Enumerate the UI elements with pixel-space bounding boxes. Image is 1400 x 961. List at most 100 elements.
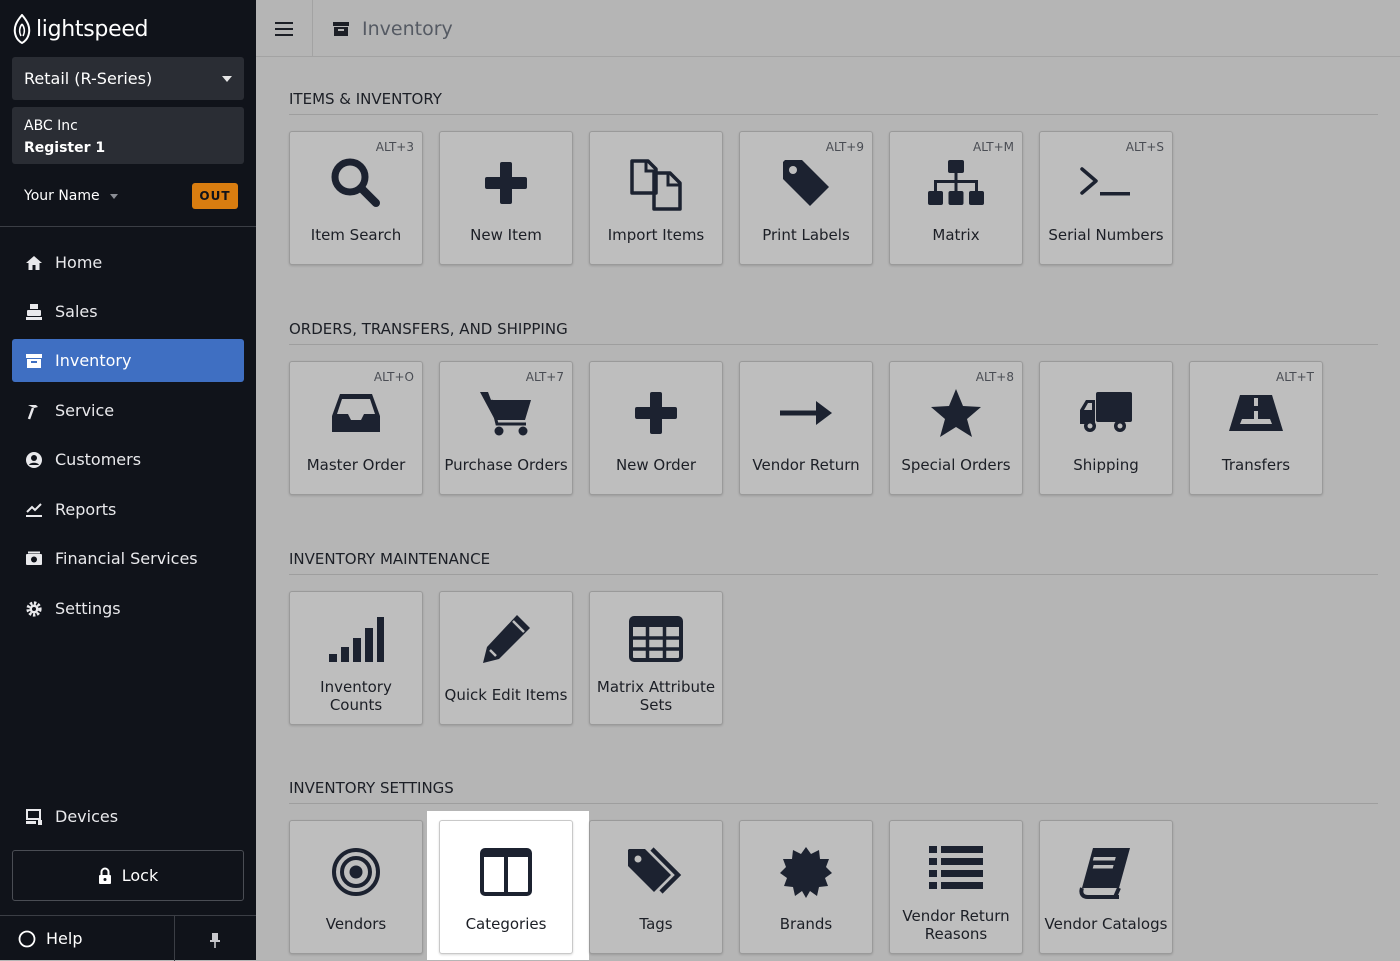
tags-icon (590, 839, 722, 905)
tile-label-line: Sets (639, 696, 673, 714)
tile-label: Shipping (1073, 456, 1139, 474)
tile-label: Inventory Counts (290, 678, 422, 714)
tile-tags[interactable]: Tags (589, 820, 723, 954)
tile-label: Vendor Return Reasons (890, 907, 1022, 943)
help-circle-icon (18, 930, 36, 947)
nav-item-reports[interactable]: Reports (12, 488, 244, 531)
tile-master-order[interactable]: ALT+O Master Order (289, 361, 423, 495)
terminal-icon (1040, 150, 1172, 216)
tile-inventory-counts[interactable]: Inventory Counts (289, 591, 423, 725)
nav-item-sales[interactable]: Sales (12, 290, 244, 333)
tile-label: New Item (470, 226, 542, 244)
nav-label: Service (55, 401, 115, 420)
tile-item-search[interactable]: ALT+3 Item Search (289, 131, 423, 265)
list-icon (890, 835, 1022, 901)
section-title-orders: ORDERS, TRANSFERS, AND SHIPPING (289, 320, 568, 338)
archive-icon (24, 351, 44, 371)
tile-vendors[interactable]: Vendors (289, 820, 423, 954)
chart-icon (24, 500, 44, 520)
tile-label: Vendor Return (752, 456, 860, 474)
tile-label: Transfers (1221, 456, 1291, 474)
tile-transfers[interactable]: ALT+T Transfers (1189, 361, 1323, 495)
star-icon (890, 380, 1022, 446)
top-bar: Inventory (256, 0, 1400, 57)
road-icon (1190, 380, 1322, 446)
tile-matrix[interactable]: ALT+M Matrix (889, 131, 1023, 265)
user-name[interactable]: Your Name (24, 188, 100, 204)
tile-new-item[interactable]: New Item (439, 131, 573, 265)
certificate-icon (740, 839, 872, 905)
brand-name: lightspeed (36, 16, 149, 42)
signal-icon (290, 606, 422, 672)
tile-print-labels[interactable]: ALT+9 Print Labels (739, 131, 873, 265)
tile-import-items[interactable]: Import Items (589, 131, 723, 265)
tile-shipping[interactable]: Shipping (1039, 361, 1173, 495)
tile-label: Tags (639, 915, 673, 933)
tile-label: Vendors (325, 915, 387, 933)
tile-label-line: Vendor Return (902, 907, 1010, 925)
menu-toggle-button[interactable] (256, 0, 313, 57)
tile-label: Special Orders (901, 456, 1011, 474)
tile-label: New Order (615, 456, 697, 474)
copy-icon (590, 150, 722, 216)
tile-label: Matrix (932, 226, 980, 244)
account-type-label: Retail (R-Series) (24, 69, 153, 88)
tile-categories[interactable]: Categories (439, 820, 573, 954)
tile-label: Matrix Attribute Sets (590, 678, 722, 714)
tile-serial-numbers[interactable]: ALT+S Serial Numbers (1039, 131, 1173, 265)
nav-label: Devices (55, 807, 119, 826)
tile-vendor-return-reasons[interactable]: Vendor Return Reasons (889, 820, 1023, 954)
tile-vendor-return[interactable]: Vendor Return (739, 361, 873, 495)
tile-label: Master Order (306, 456, 406, 474)
brand-logo[interactable]: lightspeed (12, 14, 149, 44)
page-title: Inventory (332, 0, 453, 57)
company-register-box[interactable]: ABC Inc Register 1 (12, 107, 244, 164)
tile-purchase-orders[interactable]: ALT+7 Purchase Orders (439, 361, 573, 495)
help-button[interactable]: Help (18, 916, 82, 961)
section-divider (289, 344, 1378, 345)
nav-item-inventory[interactable]: Inventory (12, 339, 244, 382)
tile-label: Vendor Catalogs (1044, 915, 1168, 933)
tile-vendor-catalogs[interactable]: Vendor Catalogs (1039, 820, 1173, 954)
register-icon (24, 302, 44, 322)
account-type-select[interactable]: Retail (R-Series) (12, 57, 244, 100)
nav-item-financial-services[interactable]: Financial Services (12, 537, 244, 580)
page-title-text: Inventory (362, 17, 453, 40)
plus-icon (590, 380, 722, 446)
archive-icon (333, 21, 349, 36)
section-title-inventory-settings: INVENTORY SETTINGS (289, 779, 454, 797)
clock-status-badge[interactable]: OUT (192, 183, 238, 209)
hamburger-icon (275, 21, 293, 36)
lock-button[interactable]: Lock (12, 850, 244, 901)
pin-icon (210, 933, 220, 948)
tile-label: Brands (779, 915, 833, 933)
arrow-right-icon (740, 380, 872, 446)
tile-special-orders[interactable]: ALT+8 Special Orders (889, 361, 1023, 495)
bullseye-icon (290, 839, 422, 905)
section-title-items-inventory: ITEMS & INVENTORY (289, 90, 442, 108)
tile-label: Serial Numbers (1048, 226, 1164, 244)
nav-label: Reports (55, 500, 117, 519)
flame-icon (13, 14, 31, 44)
section-divider (289, 114, 1378, 115)
section-divider (289, 574, 1378, 575)
home-icon (24, 253, 44, 273)
user-circle-icon (24, 450, 44, 470)
nav-item-devices[interactable]: Devices (12, 795, 244, 838)
tile-matrix-attribute-sets[interactable]: Matrix Attribute Sets (589, 591, 723, 725)
nav-item-service[interactable]: Service (12, 389, 244, 432)
tile-quick-edit-items[interactable]: Quick Edit Items (439, 591, 573, 725)
tile-brands[interactable]: Brands (739, 820, 873, 954)
company-name: ABC Inc (24, 118, 78, 134)
nav-item-home[interactable]: Home (12, 241, 244, 284)
pin-sidebar-button[interactable] (205, 930, 225, 950)
nav-label: Home (55, 253, 103, 272)
nav-item-settings[interactable]: Settings (12, 587, 244, 630)
tile-label-line: Matrix Attribute (596, 678, 716, 696)
section-divider (289, 803, 1378, 804)
sidebar: lightspeed Retail (R-Series) ABC Inc Reg… (0, 0, 256, 961)
tile-label: Print Labels (762, 226, 850, 244)
tile-new-order[interactable]: New Order (589, 361, 723, 495)
nav-item-customers[interactable]: Customers (12, 438, 244, 481)
tile-label: Quick Edit Items (444, 686, 568, 704)
